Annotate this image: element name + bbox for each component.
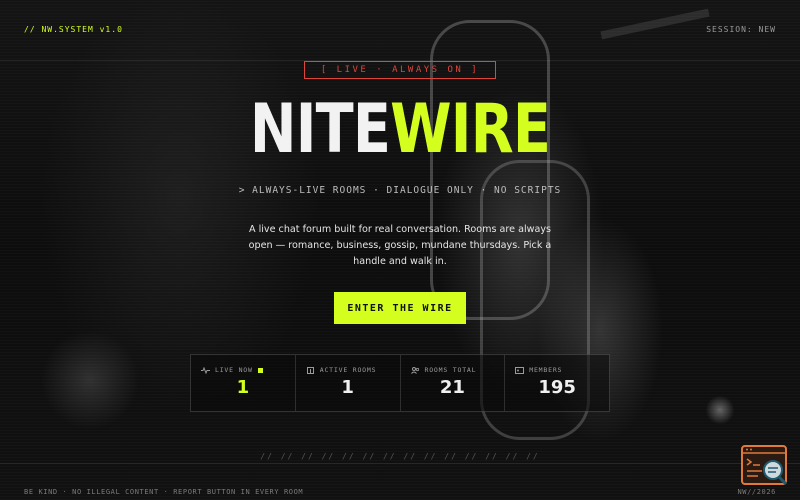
users-icon — [410, 366, 420, 374]
footer-copyright: NW//2026 — [737, 488, 776, 496]
stat-rooms-total: ROOMS TOTAL 21 — [401, 355, 506, 411]
enter-the-wire-button[interactable]: ENTER THE WIRE — [334, 292, 466, 324]
description: A live chat forum built for real convers… — [248, 224, 552, 267]
session-label: SESSION: NEW — [706, 25, 776, 34]
stat-members: MEMBERS 195 — [505, 355, 609, 411]
live-indicator-dot — [257, 367, 263, 373]
stat-value-live-now: 1 — [236, 377, 250, 398]
stat-value-active-rooms: 1 — [341, 377, 354, 398]
slash-divider: // // // // // // // // // // // // // /… — [260, 452, 540, 461]
tagline: > ALWAYS-LIVE ROOMS · DIALOGUE ONLY · NO… — [238, 185, 562, 196]
stat-label-active-rooms: ACTIVE ROOMS — [319, 366, 377, 374]
terminal-search-icon — [741, 445, 788, 486]
stat-value-rooms-total: 21 — [439, 377, 465, 398]
stat-live-now: LIVE NOW 1 — [191, 355, 296, 411]
id-card-icon — [515, 366, 525, 374]
live-badge: [ LIVE · ALWAYS ON ] — [304, 61, 496, 79]
stat-label-rooms-total: ROOMS TOTAL — [424, 366, 477, 374]
footer-rules: BE KIND · NO ILLEGAL CONTENT · REPORT BU… — [24, 488, 304, 496]
stats-panel: LIVE NOW 1 ACTIVE ROOMS 1 ROOMS TOTAL 21 — [190, 354, 610, 412]
system-label: // NW.SYSTEM v1.0 — [24, 25, 123, 34]
logo: NITEWIRE — [72, 88, 728, 172]
wave-icon — [201, 366, 210, 374]
stat-label-live-now: LIVE NOW — [215, 366, 253, 374]
floating-assistant-widget[interactable] — [740, 444, 790, 488]
footer-divider — [0, 463, 800, 464]
logo-nite: NITE — [249, 90, 391, 169]
logo-wire: WIRE — [390, 90, 551, 169]
building-icon — [306, 366, 315, 374]
stat-active-rooms: ACTIVE ROOMS 1 — [296, 355, 401, 411]
stat-value-members: 195 — [538, 377, 576, 398]
stat-label-members: MEMBERS — [529, 366, 563, 374]
